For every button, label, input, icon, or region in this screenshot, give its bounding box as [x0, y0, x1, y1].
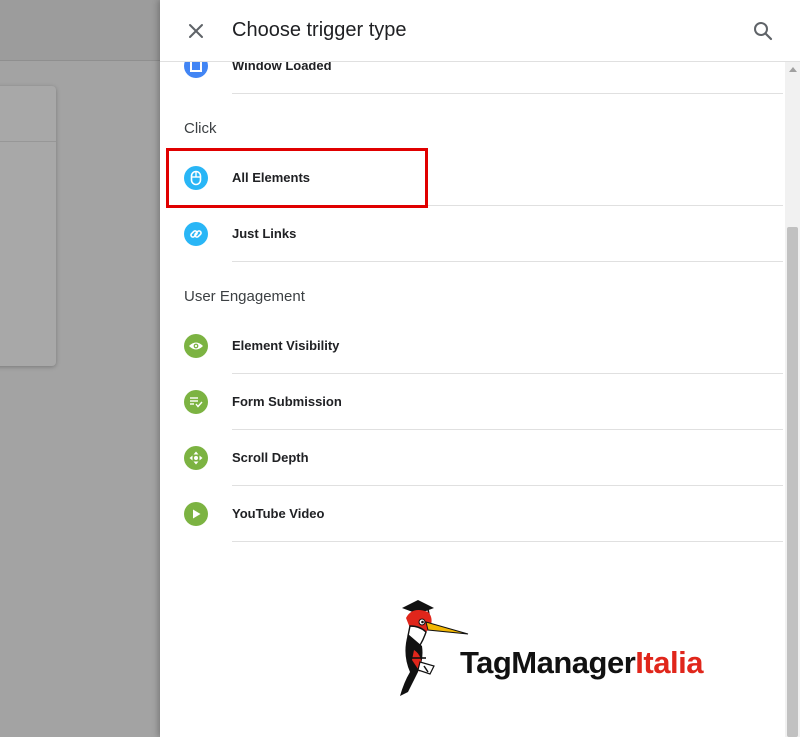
trigger-label: Scroll Depth: [232, 450, 309, 465]
logo-text-tagmanager: TagManager: [460, 645, 636, 680]
trigger-scroll-depth[interactable]: Scroll Depth: [160, 430, 783, 486]
panel-title: Choose trigger type: [232, 19, 407, 41]
logo-wordmark: TagManagerItalia: [460, 645, 703, 681]
trigger-form-submission[interactable]: Form Submission: [160, 374, 783, 430]
scroll-arrows-icon: [184, 446, 208, 470]
scroll-up-arrow-icon[interactable]: [789, 67, 797, 72]
trigger-label: Just Links: [232, 226, 297, 241]
section-title-user-engagement: User Engagement: [184, 288, 305, 305]
search-icon: [754, 22, 773, 41]
trigger-element-visibility[interactable]: Element Visibility: [160, 318, 783, 374]
trigger-type-panel: Window Loaded Click All Elements Just Li…: [160, 0, 800, 737]
close-button[interactable]: [182, 17, 210, 45]
form-check-icon: [184, 390, 208, 414]
panel-header: Choose trigger type: [160, 0, 800, 62]
background-card-divider: [0, 141, 56, 142]
eye-icon: [184, 334, 208, 358]
tagmanageritalia-logo: TagManagerItalia: [398, 600, 728, 700]
section-title-click: Click: [184, 120, 217, 137]
divider: [232, 541, 783, 542]
scrollbar-thumb[interactable]: [787, 227, 798, 737]
trigger-label: Element Visibility: [232, 338, 340, 353]
trigger-label: Form Submission: [232, 394, 342, 409]
trigger-youtube-video[interactable]: YouTube Video: [160, 486, 783, 542]
highlight-box: [166, 148, 428, 208]
scrollbar[interactable]: [785, 62, 800, 737]
link-icon: [184, 222, 208, 246]
background-card: [0, 86, 56, 366]
search-button[interactable]: [750, 18, 776, 44]
close-icon: [189, 24, 203, 38]
trigger-label: YouTube Video: [232, 506, 325, 521]
play-icon: [184, 502, 208, 526]
trigger-just-links[interactable]: Just Links: [160, 206, 783, 262]
logo-text-italia: Italia: [635, 645, 703, 680]
background-toolbar: [0, 0, 160, 61]
divider: [232, 261, 783, 262]
divider: [232, 93, 783, 94]
